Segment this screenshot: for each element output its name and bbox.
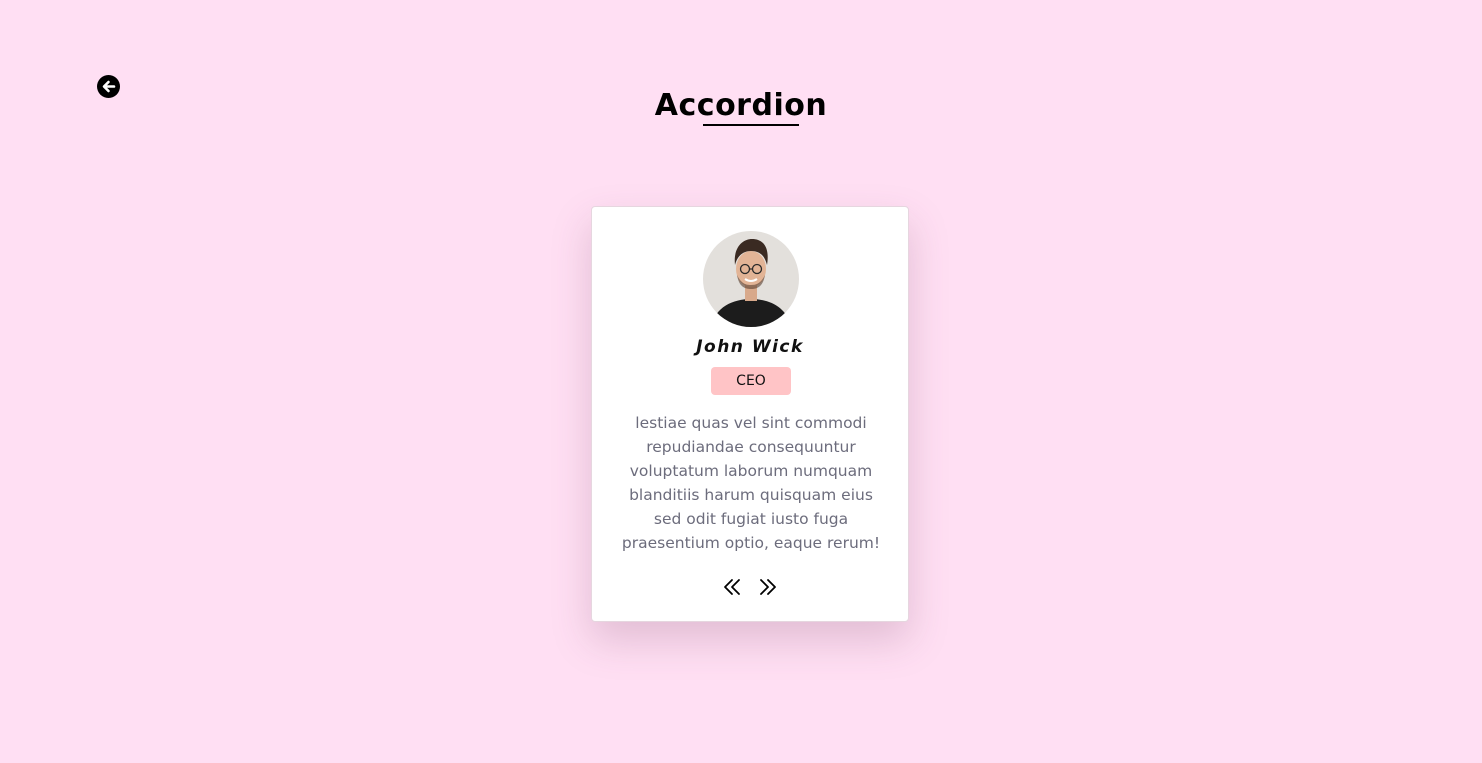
testimonial-navigation [592, 575, 908, 599]
title-underline [703, 124, 799, 126]
person-name: John Wick [696, 337, 804, 357]
role-badge: CEO [711, 367, 791, 395]
testimonial-text: lestiae quas vel sint commodi repudianda… [621, 414, 881, 552]
page-title: Accordion [654, 88, 828, 123]
double-chevron-right-icon [760, 579, 776, 595]
testimonial-card: John Wick CEO lestiae quas vel sint comm… [591, 206, 909, 622]
double-chevron-left-icon [724, 579, 740, 595]
avatar [703, 231, 799, 327]
next-button[interactable] [759, 575, 777, 599]
previous-button[interactable] [723, 575, 741, 599]
